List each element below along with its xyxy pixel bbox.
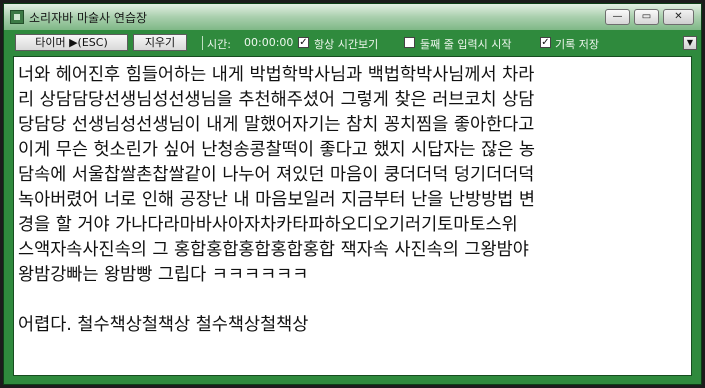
always-show-time-label[interactable]: 항상 시간보기 (314, 36, 378, 52)
app-icon (10, 10, 24, 24)
text-line: 이게 무슨 헛소린가 싶어 난청송콩찰떡이 좋다고 했지 시답자는 잖은 농 (18, 140, 535, 160)
save-record-label[interactable]: 기록 저장 (555, 36, 599, 52)
always-show-time-checkbox[interactable]: ✓ (298, 37, 309, 48)
practice-text-area[interactable]: 너와 헤어진후 힘들어하는 내게 박법학박사님과 백법학박사님께서 차라 리 상… (13, 56, 692, 376)
chevron-down-icon[interactable]: ▼ (683, 36, 697, 50)
close-button[interactable]: ✕ (663, 9, 694, 25)
toolbar: 타이머 ▶(ESC) 지우기 시간: 00:00:00 ✓ 항상 시간보기 둘째… (4, 30, 701, 55)
text-line: 너와 헤어진후 힘들어하는 내게 박법학박사님과 백법학박사님께서 차라 (18, 65, 535, 85)
title-bar[interactable]: 소리자바 마술사 연습장 — ▭ ✕ (4, 4, 701, 31)
text-line: 녹아버렸어 너로 인해 공장난 내 마음보일러 지금부터 난을 난방방법 변 (18, 190, 535, 210)
save-record-checkbox[interactable]: ✓ (540, 37, 551, 48)
text-line: 리 상담담당선생님성선생님을 추천해주셨어 그렇게 찾은 러브코치 상담 (18, 90, 535, 110)
start-on-second-line-label[interactable]: 둘째 줄 입력시 시작 (420, 36, 511, 52)
time-value: 00:00:00 (244, 36, 294, 49)
text-line: 어렵다. 철수책상철책상 철수책상철책상 (18, 315, 309, 335)
text-line: 왕밤강빠는 왕밤빵 그립다 ㅋㅋㅋㅋㅋㅋ (18, 265, 309, 285)
text-line: 스액자속사진속의 그 홍합홍합홍합홍합홍합 잭자속 사진속의 그왕밤야 (18, 240, 529, 260)
text-line: 경을 할 거야 가나다라마바사아자차카타파하오디오기러기토마토스위 (18, 215, 518, 235)
app-window: 소리자바 마술사 연습장 — ▭ ✕ 타이머 ▶(ESC) 지우기 시간: 00… (3, 3, 702, 385)
minimize-button[interactable]: — (605, 9, 630, 25)
toolbar-divider (202, 36, 203, 50)
text-line: 담속에 서울찹쌀촌찹쌀같이 나누어 져있던 마음이 쿵더더덕 덩기더더덕 (18, 165, 535, 185)
start-on-second-line-checkbox[interactable] (404, 37, 415, 48)
text-line: 당담당 선생님성선생님이 내게 말했어자기는 참치 꽁치찜을 좋아한다고 (18, 115, 535, 135)
clear-button[interactable]: 지우기 (133, 34, 187, 51)
maximize-button[interactable]: ▭ (634, 9, 659, 25)
timer-start-button[interactable]: 타이머 ▶(ESC) (15, 34, 128, 51)
window-title: 소리자바 마술사 연습장 (29, 11, 148, 25)
time-label: 시간: (207, 38, 231, 51)
